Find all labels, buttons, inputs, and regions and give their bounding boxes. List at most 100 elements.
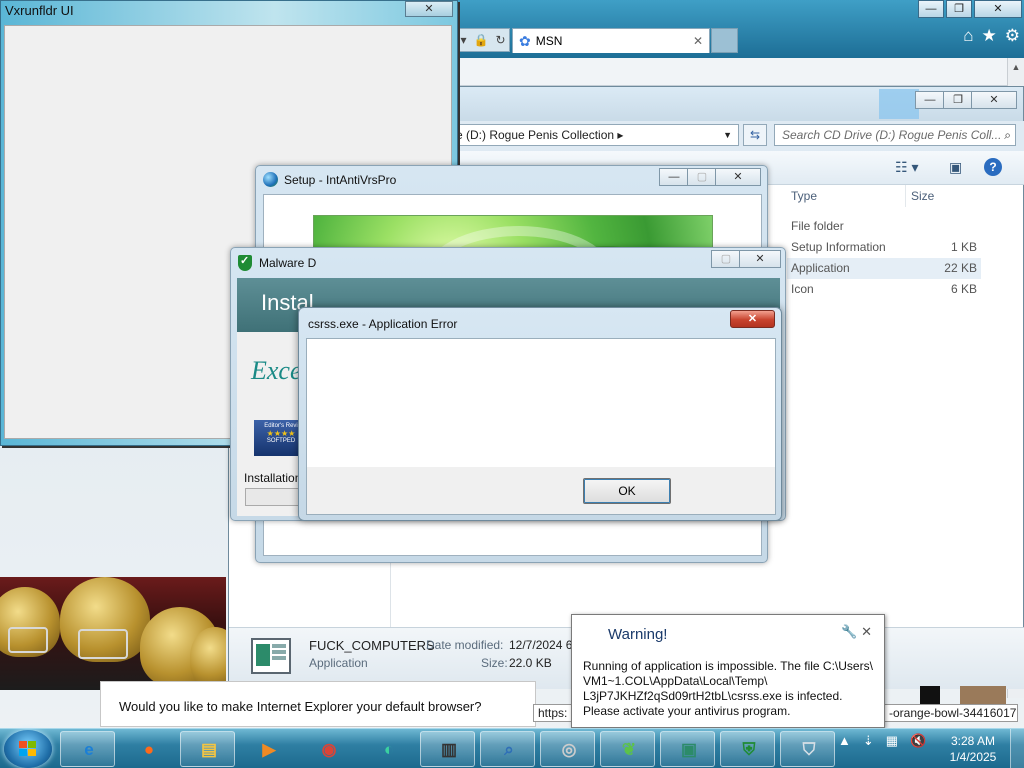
setup-close-button[interactable]: ✕ xyxy=(715,168,761,186)
star-icon[interactable]: ★ xyxy=(982,26,997,46)
clock[interactable]: 3:28 AM 1/4/2025 xyxy=(945,733,1001,765)
title-glow xyxy=(879,89,919,119)
search-placeholder: Search CD Drive (D:) Rogue Penis Coll... xyxy=(782,128,1002,142)
close-button[interactable]: ✕ xyxy=(405,1,453,17)
refresh-icon[interactable]: ↻ xyxy=(495,33,505,47)
file-type: Application xyxy=(791,261,850,275)
ie-icon[interactable]: e xyxy=(60,731,115,767)
tab-label: MSN xyxy=(535,34,563,48)
edge-icon[interactable]: ◐ xyxy=(360,731,415,767)
warning-line: Please activate your antivirus program. xyxy=(583,704,791,718)
date-modified-value: 12/7/2024 6 xyxy=(509,638,573,652)
search-icon[interactable]: ⌕ xyxy=(1004,125,1011,145)
ie-tab-msn[interactable]: ✿ MSN ✕ xyxy=(512,28,710,53)
show-hidden-icons-icon[interactable]: ▲ xyxy=(838,733,851,749)
help-icon[interactable]: ? xyxy=(984,158,1002,176)
windows-logo-icon xyxy=(19,741,37,757)
details-kind: Application xyxy=(309,656,368,670)
tab-close-icon[interactable]: ✕ xyxy=(693,34,703,48)
file-row[interactable]: Icon 6 KB xyxy=(787,279,981,300)
size-label: Size: xyxy=(481,656,508,670)
scroll-up-icon[interactable]: ▲ xyxy=(1008,58,1024,76)
ie-maximize-button[interactable]: ❐ xyxy=(946,0,972,18)
cd-icon[interactable]: ◎ xyxy=(540,731,595,767)
media-player-icon[interactable]: ▶ xyxy=(240,731,295,767)
malware-maximize-button: ▢ xyxy=(711,250,741,268)
file-row-selected[interactable]: Application 22 KB xyxy=(787,258,981,279)
ok-button[interactable]: OK xyxy=(583,478,671,504)
clock-time: 3:28 AM xyxy=(950,734,996,748)
file-row[interactable]: Setup Information 1 KB xyxy=(787,237,981,258)
url-tooltip: -orange-bowl-34416017 xyxy=(884,704,1018,722)
warning-toast[interactable]: Warning! 🔧 ✕ Running of application is i… xyxy=(571,614,885,728)
shield-icon[interactable]: ⛉ xyxy=(780,731,835,767)
home-icon[interactable]: ⌂ xyxy=(963,26,973,46)
facemask-image xyxy=(8,627,48,653)
new-tab-button[interactable] xyxy=(711,28,738,53)
explorer-maximize-button[interactable]: ❐ xyxy=(943,91,973,109)
headline-text: Exce xyxy=(251,356,302,385)
ie-default-browser-bar[interactable]: Would you like to make Internet Explorer… xyxy=(100,681,536,727)
search-icon[interactable]: ⌕ xyxy=(480,731,535,767)
chevron-down-icon[interactable]: ▼ xyxy=(723,125,732,145)
app-window-icon[interactable]: ▣ xyxy=(660,731,715,767)
defender-icon[interactable]: ⛨ xyxy=(720,731,775,767)
warning-line: VM1~1.COL\AppData\Local\Temp\ xyxy=(583,674,768,688)
ie-minimize-button[interactable]: — xyxy=(918,0,944,18)
start-button[interactable] xyxy=(4,730,52,768)
dialog-client: OK xyxy=(306,338,776,515)
file-row[interactable]: File folder xyxy=(787,216,981,237)
setup-maximize-button: ▢ xyxy=(687,168,717,186)
ie-address-controls[interactable]: ▾ 🔒 ↻ xyxy=(456,28,510,52)
explorer-close-button[interactable]: ✕ xyxy=(971,91,1017,109)
dropdown-icon[interactable]: ▾ xyxy=(460,33,466,47)
clock-date: 1/4/2025 xyxy=(949,750,997,764)
column-separator[interactable] xyxy=(905,185,906,207)
usb-icon[interactable]: ⇣ xyxy=(863,733,874,749)
view-options-icon[interactable]: ☷ ▾ xyxy=(895,159,918,176)
malware-close-button[interactable]: ✕ xyxy=(739,250,781,268)
window-title: Vxrunfldr UI xyxy=(5,3,74,18)
ie-page-strip xyxy=(456,58,1024,86)
football-photo xyxy=(0,577,226,690)
setup-globe-icon xyxy=(263,172,278,187)
dialog-title: csrss.exe - Application Error xyxy=(308,317,458,331)
explorer-icon[interactable]: ▤ xyxy=(180,731,235,767)
explorer-minimize-button[interactable]: — xyxy=(915,91,945,109)
file-type: File folder xyxy=(791,219,844,233)
thumbnail-image xyxy=(960,686,1006,704)
close-icon[interactable]: ✕ xyxy=(861,624,872,639)
notepad-icon[interactable]: ▥ xyxy=(420,731,475,767)
details-filename: FUCK_COMPUTERS xyxy=(309,638,435,653)
file-size: 6 KB xyxy=(950,282,977,296)
wrench-icon[interactable]: 🔧 xyxy=(841,624,857,639)
show-desktop-button[interactable] xyxy=(1010,729,1024,768)
window-title: Setup - IntAntiVrsPro xyxy=(284,173,397,187)
shield-icon xyxy=(238,254,252,271)
setup-minimize-button[interactable]: — xyxy=(659,168,689,186)
warning-line: Running of application is impossible. Th… xyxy=(583,659,873,673)
preview-pane-icon[interactable]: ▣ xyxy=(949,159,962,176)
dialog-message-area xyxy=(307,339,775,467)
search-input[interactable]: Search CD Drive (D:) Rogue Penis Coll...… xyxy=(774,124,1016,146)
column-type[interactable]: Type xyxy=(791,189,817,203)
refresh-button[interactable]: ⇆ xyxy=(743,124,767,146)
network-icon[interactable]: ▦ xyxy=(886,733,898,749)
application-icon xyxy=(251,638,291,674)
installation-label: Installation xyxy=(244,471,302,485)
file-type: Setup Information xyxy=(791,240,886,254)
address-path: e (D:) Rogue Penis Collection xyxy=(456,128,615,142)
ie-close-button[interactable]: ✕ xyxy=(974,0,1022,18)
gear-icon[interactable]: ⚙ xyxy=(1005,26,1020,46)
firefox-icon[interactable]: ● xyxy=(120,731,175,767)
toast-controls: 🔧 ✕ xyxy=(841,624,872,640)
dialog-close-button[interactable]: ✕ xyxy=(730,310,775,328)
date-modified-label: Date modified: xyxy=(426,638,504,652)
volume-muted-icon[interactable]: 🔇 xyxy=(910,733,926,749)
file-size: 1 KB xyxy=(950,240,977,254)
size-value: 22.0 KB xyxy=(509,656,552,670)
address-bar[interactable]: e (D:) Rogue Penis Collection ▸ ▼ xyxy=(449,124,739,146)
column-size[interactable]: Size xyxy=(911,189,934,203)
leaf-icon[interactable]: ❦ xyxy=(600,731,655,767)
chrome-icon[interactable]: ◉ xyxy=(300,731,355,767)
